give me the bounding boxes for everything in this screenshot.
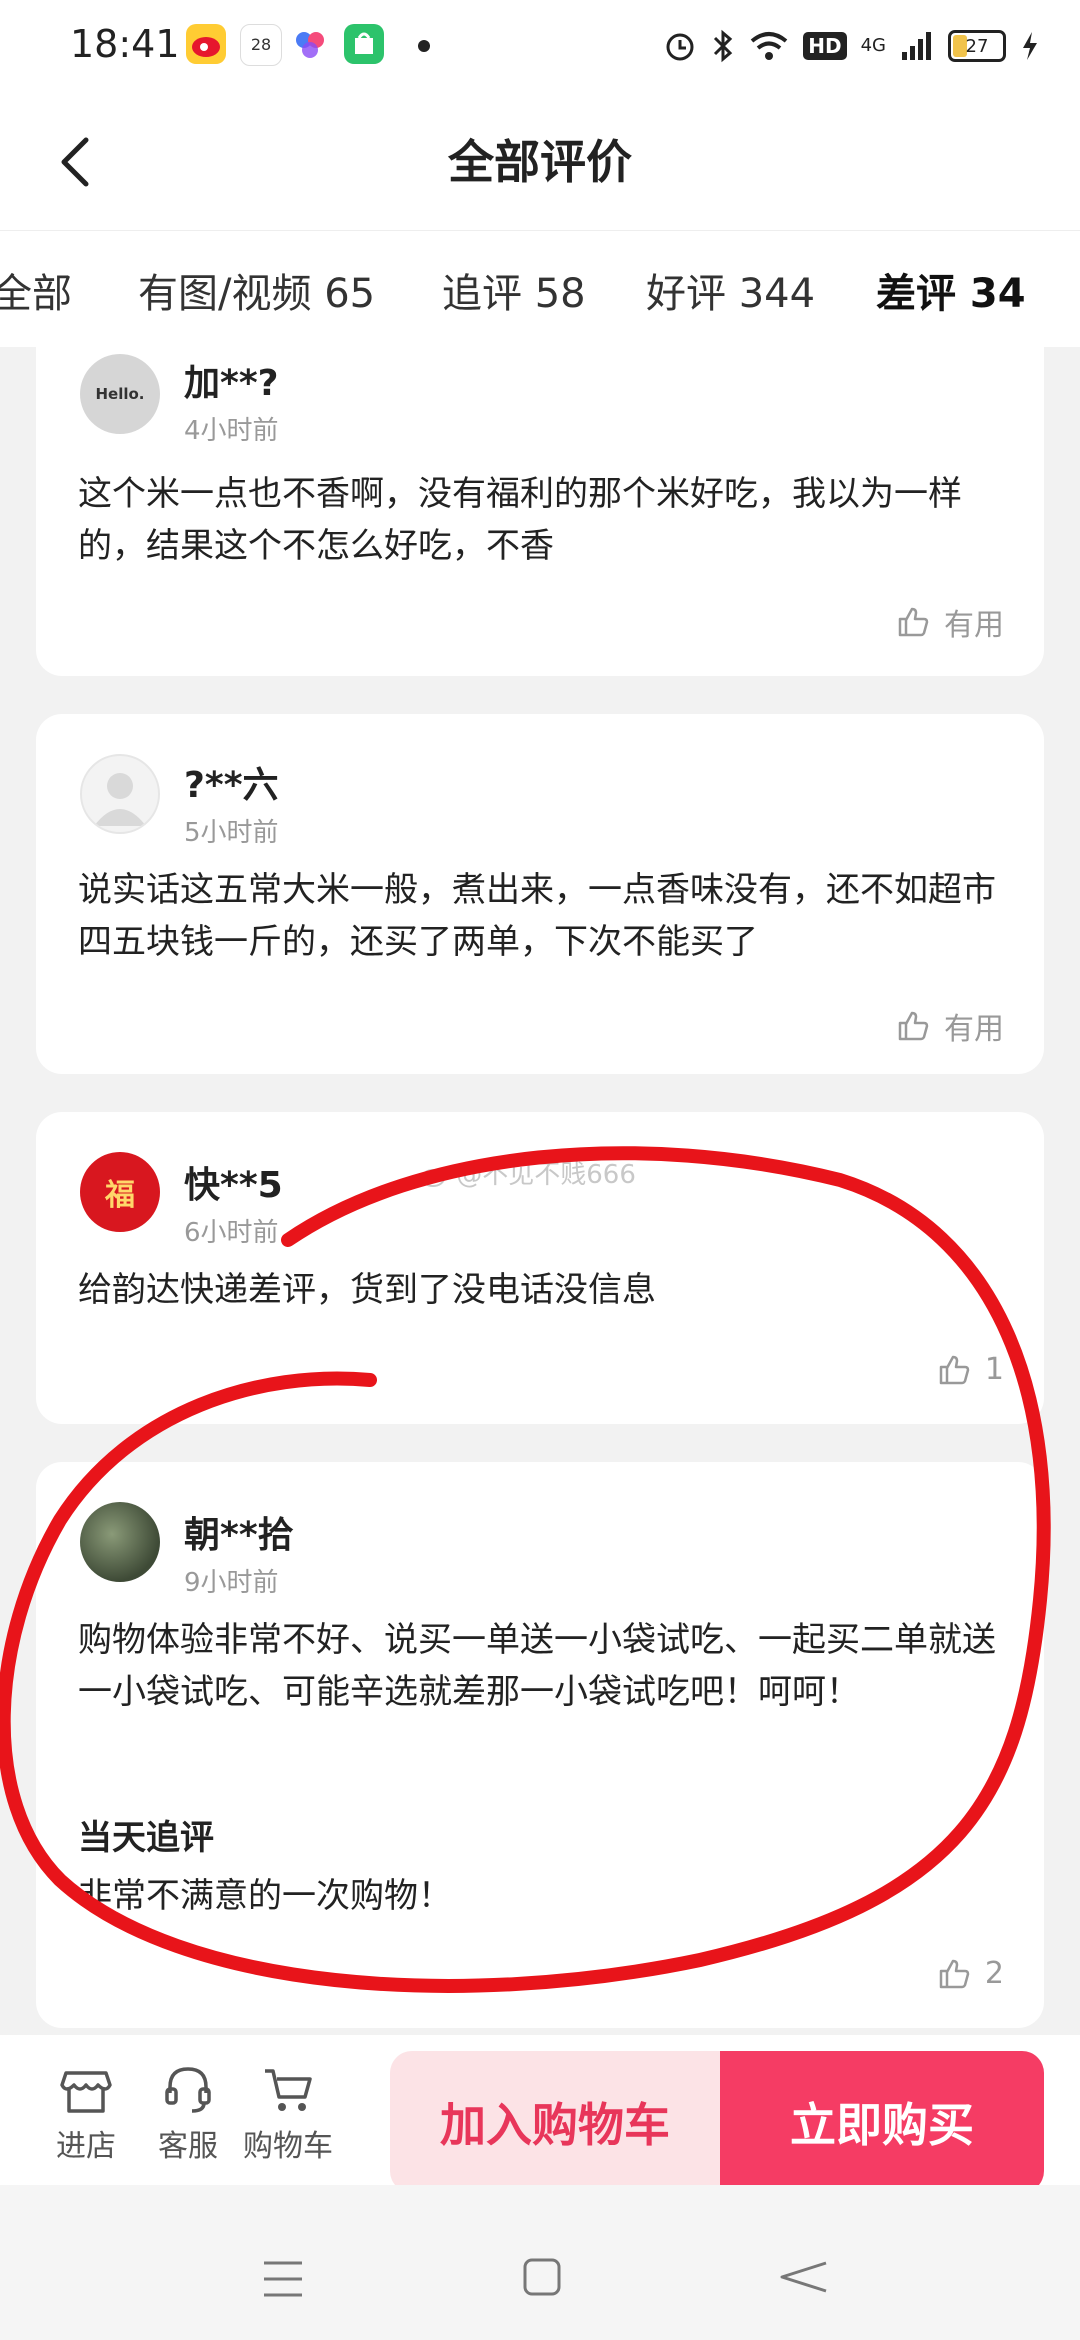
- watermark: @不见不贱666: [420, 1154, 636, 1191]
- wifi-icon: [750, 32, 788, 60]
- tab-all[interactable]: 全部: [0, 261, 72, 319]
- page-title: 全部评价: [448, 135, 632, 189]
- battery-level: 27: [965, 35, 989, 57]
- status-time: 18:41: [70, 22, 180, 66]
- buy-now-button[interactable]: 立即购买: [720, 2051, 1044, 2193]
- status-bar: 18:41 28 HD 4G 27: [0, 0, 1080, 96]
- like-label: 有用: [944, 608, 1004, 643]
- bluetooth-icon: [714, 29, 733, 63]
- app-icon: [290, 24, 330, 64]
- review-username: 快**5: [184, 1165, 283, 1206]
- review-text: 给韵达快递差评，货到了没电话没信息: [78, 1270, 656, 1310]
- alarm-icon: [666, 33, 694, 61]
- like-button[interactable]: 有用: [896, 1004, 1004, 1048]
- like-button[interactable]: 有用: [896, 600, 1004, 644]
- thumbs-up-icon: [939, 1959, 970, 1988]
- like-label: 有用: [944, 1012, 1004, 1047]
- add-to-cart-button[interactable]: 加入购物车: [390, 2051, 720, 2193]
- review-time: 9小时前: [184, 1568, 279, 1598]
- nav-header: 全部评价: [0, 96, 1080, 230]
- signal-icon: [902, 32, 931, 60]
- like-button[interactable]: 1: [937, 1352, 1004, 1387]
- weibo-icon: [186, 24, 226, 64]
- tab-negative[interactable]: 差评 34: [876, 261, 1026, 319]
- like-count: 1: [984, 1352, 1004, 1387]
- review-username: 加**?: [184, 363, 279, 404]
- hd-badge: HD: [803, 32, 847, 60]
- review-text: 这个米一点也不香啊，没有福利的那个米好吃，我以为一样的，结果这个不怎么好吃，不香: [78, 474, 962, 566]
- tab-media[interactable]: 有图/视频 65: [138, 261, 375, 319]
- review-time: 5小时前: [184, 818, 279, 848]
- cart-label: 购物车: [243, 2129, 333, 2164]
- review-card: 朝**拾 9小时前 购物体验非常不好、说买一单送一小袋试吃、一起买二单就送一小袋…: [36, 1462, 1044, 2028]
- review-card: Hello. 加**? 4小时前 这个米一点也不香啊，没有福利的那个米好吃，我以…: [36, 346, 1044, 676]
- review-card: ?**六 5小时前 说实话这五常大米一般，煮出来，一点香味没有，还不如超市四五块…: [36, 714, 1044, 1074]
- thumbs-up-icon: [898, 607, 929, 637]
- avatar[interactable]: Hello.: [80, 354, 160, 434]
- store-button[interactable]: 进店: [36, 2065, 136, 2165]
- review-time: 4小时前: [184, 416, 279, 446]
- like-count: 2: [984, 1956, 1004, 1991]
- system-nav-bar: [0, 2185, 1080, 2340]
- back-nav-icon[interactable]: [778, 2257, 828, 2297]
- network-label: 4G: [860, 35, 886, 56]
- review-text: 说实话这五常大米一般，煮出来，一点香味没有，还不如超市四五块钱一斤的，还买了两单…: [78, 870, 996, 962]
- menu-icon[interactable]: [262, 2259, 304, 2299]
- store-icon: [60, 2071, 112, 2113]
- review-time: 6小时前: [184, 1218, 279, 1248]
- tab-followup[interactable]: 追评 58: [442, 261, 586, 319]
- cart-button[interactable]: 购物车: [238, 2065, 338, 2165]
- review-username: 朝**拾: [184, 1515, 294, 1556]
- bottom-action-bar: 进店 客服 购物车 加入购物车 立即购买: [0, 2035, 1080, 2193]
- battery-icon: 27: [948, 30, 1006, 62]
- status-icons: HD 4G 27: [663, 24, 1040, 68]
- followup-text: 非常不满意的一次购物！: [78, 1876, 452, 1916]
- tab-positive[interactable]: 好评 344: [646, 261, 815, 319]
- review-text: 购物体验非常不好、说买一单送一小袋试吃、一起买二单就送一小袋试吃、可能辛选就差那…: [78, 1620, 996, 1712]
- weibo-icon: [421, 1168, 445, 1187]
- review-username: ?**六: [184, 765, 279, 806]
- like-button[interactable]: 2: [937, 1956, 1004, 1991]
- shopping-app-icon: [344, 24, 384, 64]
- avatar[interactable]: [80, 754, 160, 834]
- store-label: 进店: [56, 2129, 116, 2164]
- followup-title: 当天追评: [78, 1818, 214, 1858]
- avatar[interactable]: [80, 1502, 160, 1582]
- notification-dot: [418, 40, 430, 52]
- watermark-text: @不见不贱666: [456, 1160, 636, 1190]
- headset-icon: [165, 2067, 211, 2113]
- thumbs-up-icon: [939, 1355, 970, 1384]
- charging-icon: [1023, 32, 1037, 60]
- cart-icon: [265, 2069, 312, 2111]
- avatar[interactable]: 福: [80, 1152, 160, 1232]
- avatar-label: Hello.: [95, 385, 145, 403]
- filter-tabs: 全部 有图/视频 65 追评 58 好评 344 差评 34: [0, 230, 1080, 347]
- home-icon[interactable]: [522, 2257, 562, 2297]
- thumbs-up-icon: [898, 1011, 929, 1041]
- calendar-icon: 28: [240, 24, 282, 66]
- service-label: 客服: [158, 2129, 218, 2164]
- service-button[interactable]: 客服: [138, 2065, 238, 2165]
- avatar-label: 福: [105, 1178, 135, 1213]
